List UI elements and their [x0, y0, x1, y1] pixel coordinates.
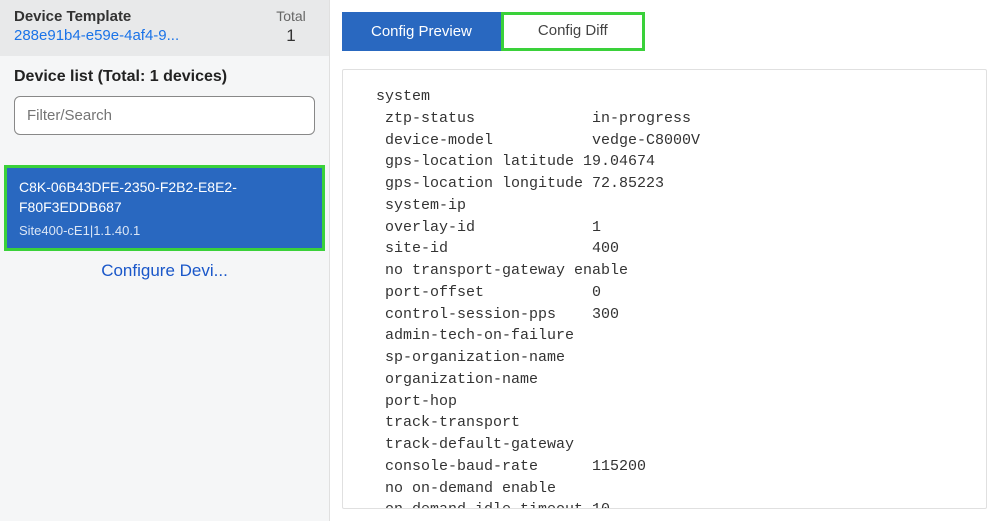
total-label: Total [267, 8, 315, 24]
device-item[interactable]: C8K-06B43DFE-2350-F2B2-E8E2-F80F3EDDB687… [4, 165, 325, 251]
template-header: Device Template 288e91b4-e59e-4af4-9... … [0, 0, 329, 56]
configure-device-link[interactable]: Configure Devi... [0, 261, 329, 281]
template-id-link[interactable]: 288e91b4-e59e-4af4-9... [14, 27, 259, 44]
device-item-id: C8K-06B43DFE-2350-F2B2-E8E2-F80F3EDDB687 [19, 178, 310, 217]
total-value: 1 [267, 26, 315, 46]
template-label: Device Template [14, 8, 259, 25]
device-list-title: Device list (Total: 1 devices) [14, 68, 315, 86]
tab-row: Config Preview Config Diff [342, 12, 987, 51]
tab-config-diff[interactable]: Config Diff [501, 12, 645, 51]
sidebar: Device Template 288e91b4-e59e-4af4-9... … [0, 0, 330, 521]
config-text: system ztp-status in-progress device-mod… [367, 86, 962, 509]
tab-config-preview[interactable]: Config Preview [342, 12, 501, 51]
config-preview-panel: system ztp-status in-progress device-mod… [342, 69, 987, 509]
filter-search-input[interactable] [14, 96, 315, 135]
main-panel: Config Preview Config Diff system ztp-st… [330, 0, 999, 521]
device-item-subinfo: Site400-cE1|1.1.40.1 [19, 223, 310, 238]
